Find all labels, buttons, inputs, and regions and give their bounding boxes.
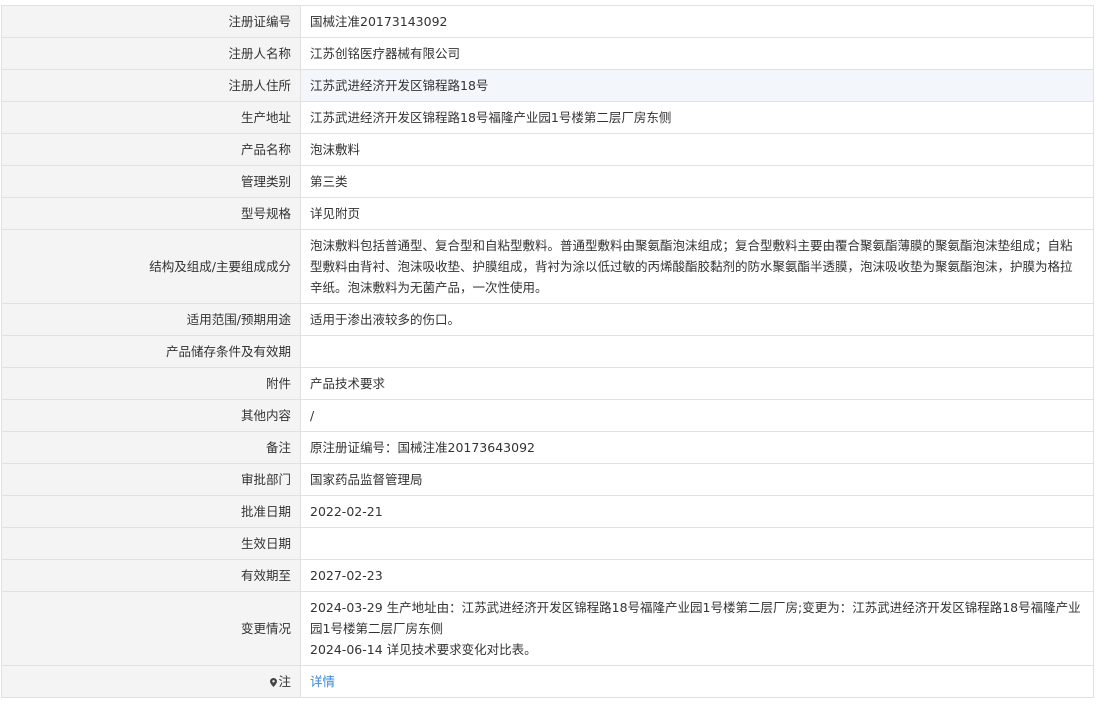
note-label-cell: 注	[1, 665, 301, 698]
note-value: 详情	[300, 665, 1094, 698]
row-value: 泡沫敷料	[300, 133, 1094, 166]
row-label: 生效日期	[1, 527, 301, 560]
row-value	[300, 527, 1094, 560]
row-label: 其他内容	[1, 399, 301, 432]
row-label: 产品储存条件及有效期	[1, 335, 301, 368]
row-label: 型号规格	[1, 197, 301, 230]
row-label: 生产地址	[1, 101, 301, 134]
row-label: 审批部门	[1, 463, 301, 496]
change-entry: 2024-06-14 详见技术要求变化对比表。	[310, 642, 537, 657]
table-row: 产品名称 泡沫敷料	[1, 133, 1094, 166]
table-row: 附件 产品技术要求	[1, 367, 1094, 400]
row-value: 泡沫敷料包括普通型、复合型和自粘型敷料。普通型敷料由聚氨酯泡沫组成；复合型敷料主…	[300, 229, 1094, 304]
table-row: 有效期至 2027-02-23	[1, 559, 1094, 592]
table-row: 管理类别 第三类	[1, 165, 1094, 198]
row-label: 注册证编号	[1, 5, 301, 38]
change-history-value: 2024-03-29 生产地址由：江苏武进经济开发区锦程路18号福隆产业园1号楼…	[300, 591, 1094, 666]
row-value: 产品技术要求	[300, 367, 1094, 400]
row-label: 备注	[1, 431, 301, 464]
table-row: 注册人住所 江苏武进经济开发区锦程路18号	[1, 69, 1094, 102]
table-row: 批准日期 2022-02-21	[1, 495, 1094, 528]
row-label: 附件	[1, 367, 301, 400]
row-value: 详见附页	[300, 197, 1094, 230]
row-label: 适用范围/预期用途	[1, 303, 301, 336]
map-pin-icon	[270, 672, 278, 687]
row-value: 国家药品监督管理局	[300, 463, 1094, 496]
table-row: 结构及组成/主要组成成分 泡沫敷料包括普通型、复合型和自粘型敷料。普通型敷料由聚…	[1, 229, 1094, 304]
row-label: 结构及组成/主要组成成分	[1, 229, 301, 304]
table-row: 审批部门 国家药品监督管理局	[1, 463, 1094, 496]
table-row: 注册人名称 江苏创铭医疗器械有限公司	[1, 37, 1094, 70]
row-label: 批准日期	[1, 495, 301, 528]
table-row: 生效日期	[1, 527, 1094, 560]
table-row: 注册证编号 国械注准20173143092	[1, 5, 1094, 38]
row-value: 国械注准20173143092	[300, 5, 1094, 38]
row-label: 有效期至	[1, 559, 301, 592]
note-row: 注 详情	[1, 665, 1094, 698]
row-value: 江苏武进经济开发区锦程路18号	[300, 69, 1094, 102]
row-value: 2027-02-23	[300, 559, 1094, 592]
row-label: 注册人住所	[1, 69, 301, 102]
row-value: 2022-02-21	[300, 495, 1094, 528]
row-value: 原注册证编号：国械注准20173643092	[300, 431, 1094, 464]
table-row: 适用范围/预期用途 适用于渗出液较多的伤口。	[1, 303, 1094, 336]
row-value: 第三类	[300, 165, 1094, 198]
change-history-row: 变更情况 2024-03-29 生产地址由：江苏武进经济开发区锦程路18号福隆产…	[1, 591, 1094, 666]
row-label: 变更情况	[1, 591, 301, 666]
registration-detail-table: 注册证编号 国械注准20173143092 注册人名称 江苏创铭医疗器械有限公司…	[1, 5, 1094, 698]
change-entry: 2024-03-29 生产地址由：江苏武进经济开发区锦程路18号福隆产业园1号楼…	[310, 600, 1081, 636]
row-value: 江苏武进经济开发区锦程路18号福隆产业园1号楼第二层厂房东侧	[300, 101, 1094, 134]
row-label: 注册人名称	[1, 37, 301, 70]
note-label: 注	[278, 674, 291, 689]
row-label: 管理类别	[1, 165, 301, 198]
row-value: /	[300, 399, 1094, 432]
row-value	[300, 335, 1094, 368]
table-row: 型号规格 详见附页	[1, 197, 1094, 230]
row-value: 适用于渗出液较多的伤口。	[300, 303, 1094, 336]
table-row: 备注 原注册证编号：国械注准20173643092	[1, 431, 1094, 464]
details-link[interactable]: 详情	[310, 674, 335, 689]
table-row: 其他内容 /	[1, 399, 1094, 432]
table-row: 产品储存条件及有效期	[1, 335, 1094, 368]
table-row: 生产地址 江苏武进经济开发区锦程路18号福隆产业园1号楼第二层厂房东侧	[1, 101, 1094, 134]
row-label: 产品名称	[1, 133, 301, 166]
row-value: 江苏创铭医疗器械有限公司	[300, 37, 1094, 70]
